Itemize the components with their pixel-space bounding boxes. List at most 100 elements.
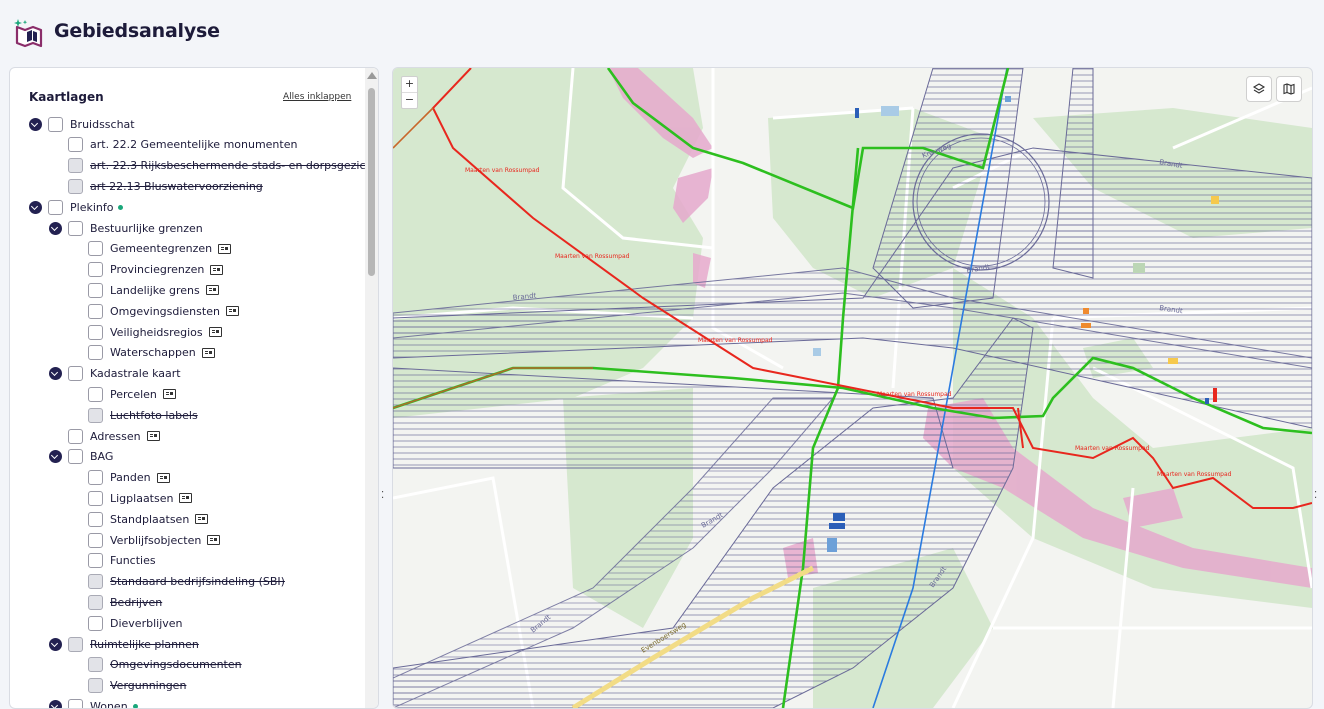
layer-row-luchtfoto-labels: Luchtfoto labels xyxy=(88,406,198,424)
legend-info-icon[interactable] xyxy=(195,514,209,525)
layer-row-ligplaatsen: Ligplaatsen xyxy=(88,489,193,507)
expand-toggle-icon[interactable] xyxy=(29,117,42,131)
legend-info-icon[interactable] xyxy=(208,327,222,337)
basemap-button[interactable] xyxy=(1276,76,1302,102)
layer-checkbox[interactable] xyxy=(68,220,83,236)
expand-toggle-icon[interactable] xyxy=(49,221,62,235)
zoom-in-button[interactable]: + xyxy=(402,77,417,92)
active-status-dot xyxy=(118,204,124,210)
layer-label: Ruimtelijke plannen xyxy=(90,637,199,651)
layer-label: Waterschappen xyxy=(110,346,196,360)
active-status-dot xyxy=(132,703,138,708)
layer-label: art. 22.2 Gemeentelijke monumenten xyxy=(90,138,298,152)
layer-checkbox[interactable] xyxy=(88,345,103,361)
road-label-3: Maarten van Rossumpad xyxy=(698,337,773,344)
expand-toggle-icon[interactable] xyxy=(49,699,62,708)
legend-info-icon[interactable] xyxy=(179,493,193,504)
legend-info-icon[interactable] xyxy=(162,389,176,400)
layer-checkbox[interactable] xyxy=(88,615,103,631)
map-view[interactable]: Maarten van Rossumpad Maarten van Rossum… xyxy=(392,67,1313,709)
layer-checkbox[interactable] xyxy=(68,158,83,174)
right-resize-handle-icon[interactable]: ⁚ xyxy=(1314,491,1317,501)
layer-checkbox[interactable] xyxy=(68,449,83,465)
layer-checkbox[interactable] xyxy=(68,428,83,444)
layer-label: Adressen xyxy=(90,429,141,443)
scroll-thumb[interactable] xyxy=(368,88,375,276)
layer-checkbox[interactable] xyxy=(88,324,103,340)
layer-row-dieverblijven: Dieverblijven xyxy=(88,614,183,632)
panel-scrollbar[interactable] xyxy=(365,68,378,708)
layer-checkbox[interactable] xyxy=(68,698,83,708)
legend-info-icon[interactable] xyxy=(201,347,215,358)
layer-row-standaard-bedrijfsindeling-sbi: Standaard bedrijfsindeling (SBI) xyxy=(88,573,285,591)
layer-checkbox[interactable] xyxy=(88,241,103,257)
map-canvas[interactable]: Maarten van Rossumpad Maarten van Rossum… xyxy=(393,68,1312,708)
layer-checkbox[interactable] xyxy=(88,574,103,590)
expand-toggle-icon[interactable] xyxy=(29,200,42,214)
layers-icon xyxy=(1252,83,1266,94)
zoom-out-button[interactable]: − xyxy=(402,92,417,108)
layer-row-veiligheidsregios: Veiligheidsregios xyxy=(88,323,222,341)
layer-checkbox[interactable] xyxy=(88,490,103,506)
layer-checkbox[interactable] xyxy=(48,199,63,215)
expand-toggle-icon[interactable] xyxy=(49,637,62,651)
layer-checkbox[interactable] xyxy=(68,636,83,652)
layer-row-waterschappen: Waterschappen xyxy=(88,344,215,362)
legend-info-icon[interactable] xyxy=(225,306,239,317)
scroll-up-arrow-icon[interactable] xyxy=(367,72,377,79)
layer-label: Bedrijven xyxy=(110,595,163,609)
layer-checkbox[interactable] xyxy=(88,386,103,402)
road-label-4: Maarten van Rossumpad xyxy=(877,391,952,398)
legend-info-icon[interactable] xyxy=(210,264,224,275)
layer-checkbox[interactable] xyxy=(68,178,83,194)
layer-row-art-22-3-rijksbeschermende-stads-en-dorpsgezichten: art. 22.3 Rijksbeschermende stads- en do… xyxy=(68,157,378,175)
legend-info-icon[interactable] xyxy=(205,285,219,296)
layer-label: Dieverblijven xyxy=(110,616,183,630)
legend-info-icon[interactable] xyxy=(156,472,170,483)
layer-checkbox[interactable] xyxy=(88,532,103,548)
layer-row-vergunningen: Vergunningen xyxy=(88,677,186,695)
legend-info-icon[interactable] xyxy=(146,431,160,441)
road-label-2: Maarten van Rossumpad xyxy=(555,253,630,260)
layer-checkbox[interactable] xyxy=(48,116,63,132)
expand-toggle-icon[interactable] xyxy=(49,367,62,381)
layer-row-functies: Functies xyxy=(88,552,156,570)
layer-checkbox[interactable] xyxy=(88,657,103,673)
road-label-6: Maarten van Rossumpad xyxy=(1157,471,1232,478)
layer-checkbox[interactable] xyxy=(88,282,103,298)
layer-row-wonen: Wonen xyxy=(49,697,138,709)
layer-row-standplaatsen: Standplaatsen xyxy=(88,510,209,528)
layer-label: Landelijke grens xyxy=(110,283,200,297)
layer-checkbox[interactable] xyxy=(88,262,103,278)
layer-checkbox[interactable] xyxy=(88,303,103,319)
layer-row-plekinfo: Plekinfo xyxy=(29,198,124,216)
layer-label: Omgevingsdiensten xyxy=(110,304,220,318)
layer-checkbox[interactable] xyxy=(68,366,83,382)
left-resize-handle-icon[interactable]: ⁚ xyxy=(381,491,384,501)
map-icon xyxy=(1283,83,1295,95)
layer-checkbox[interactable] xyxy=(88,470,103,486)
layer-label: Kadastrale kaart xyxy=(90,367,181,381)
layers-panel: Kaartlagen Alles inklappen Bruidsschat ar… xyxy=(9,67,379,709)
layer-checkbox[interactable] xyxy=(88,553,103,569)
layer-checkbox[interactable] xyxy=(88,407,103,423)
layer-row-kadastrale-kaart: Kadastrale kaart xyxy=(49,365,181,383)
layer-row-omgevingsdocumenten: Omgevingsdocumenten xyxy=(88,656,242,674)
layer-row-landelijke-grens: Landelijke grens xyxy=(88,281,219,299)
collapse-all-link[interactable]: Alles inklappen xyxy=(283,92,351,102)
layer-checkbox[interactable] xyxy=(88,594,103,610)
layer-row-provinciegrenzen: Provinciegrenzen xyxy=(88,261,224,279)
legend-info-icon[interactable] xyxy=(218,243,232,254)
layer-checkbox[interactable] xyxy=(88,511,103,527)
layer-label: Bruidsschat xyxy=(70,117,135,131)
layer-row-panden: Panden xyxy=(88,469,170,487)
layer-label: Wonen xyxy=(90,699,128,709)
layers-toggle-button[interactable] xyxy=(1246,76,1272,102)
panel-title: Kaartlagen xyxy=(29,90,104,104)
legend-info-icon[interactable] xyxy=(207,535,221,545)
layer-row-bestuurlijke-grenzen: Bestuurlijke grenzen xyxy=(49,219,203,237)
layer-checkbox[interactable] xyxy=(68,137,83,153)
expand-toggle-icon[interactable] xyxy=(49,450,62,464)
app-title: Gebiedsanalyse xyxy=(54,20,220,42)
app-header: Gebiedsanalyse xyxy=(0,0,1324,64)
